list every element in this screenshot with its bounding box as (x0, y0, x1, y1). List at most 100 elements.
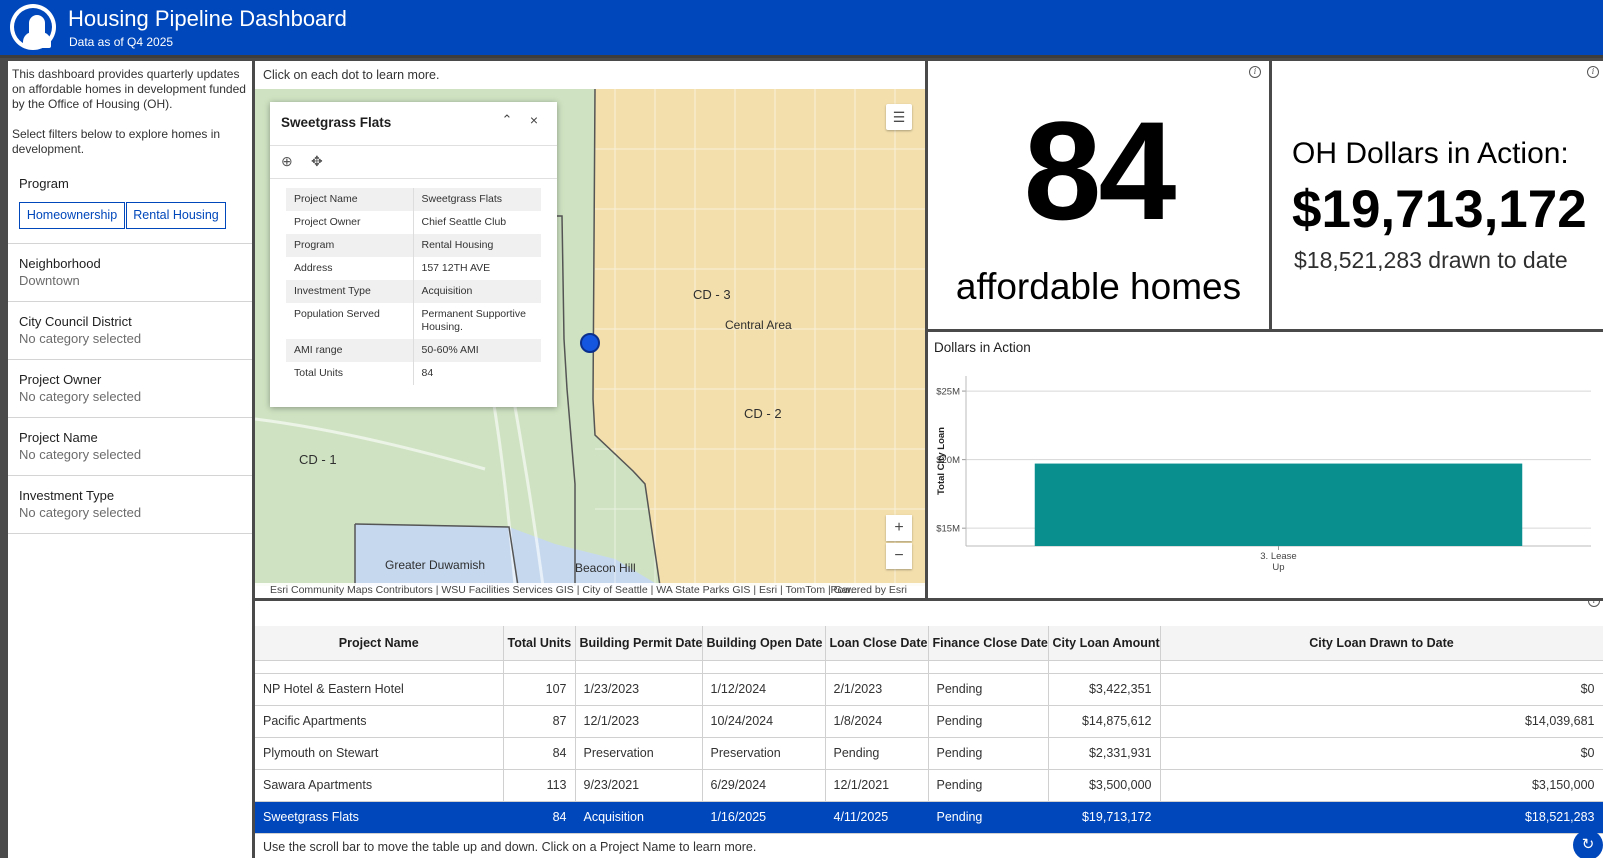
table-cell: $18,521,283 (1160, 801, 1603, 834)
table-cell: 12/1/2021 (825, 769, 929, 802)
table-row[interactable]: Plymouth on Stewart 84 Preservation Preserv… (255, 737, 1603, 770)
powered-by-esri[interactable]: Powered by Esri (831, 583, 907, 598)
table-cell: $2,331,931 (1048, 737, 1161, 770)
filter-value: No category selected (19, 447, 142, 462)
table-cell[interactable]: Plymouth on Stewart (255, 737, 504, 770)
project-owner-filter[interactable]: Project Owner No category selected (8, 360, 252, 418)
table-cell: Pending (928, 705, 1049, 738)
table-cell: Pending (928, 737, 1049, 770)
column-header-building-open-date[interactable]: Building Open Date (702, 626, 826, 661)
field-key: Program (286, 234, 414, 257)
district-label-cd1: CD - 1 (299, 452, 337, 467)
table-row[interactable]: Sweetgrass Flats 84 Acquisition 1/16/2025 4/… (255, 801, 1603, 834)
dollars-chart-panel: Dollars in Action $15M $20M $25M Total City… (928, 332, 1603, 598)
dollars-indicator: i OH Dollars in Action: $19,713,172 $18,… (1272, 61, 1603, 329)
app-subtitle: Data as of Q4 2025 (69, 35, 174, 49)
info-icon[interactable]: i (1587, 66, 1599, 78)
project-table-panel: i Project Name Total Units Building Perm… (255, 601, 1603, 858)
homes-count: 84 (1023, 92, 1177, 249)
table-row-partial (255, 660, 1603, 674)
field-key: Address (286, 257, 414, 280)
column-header-total-units[interactable]: Total Units (503, 626, 576, 661)
field-key: Project Owner (286, 211, 414, 234)
x-tick-label: 3. Lease Up (1260, 551, 1296, 573)
column-header-city-loan-drawn[interactable]: City Loan Drawn to Date (1160, 626, 1603, 661)
dashboard-app: Housing Pipeline Dashboard Data as of Q4… (0, 0, 1603, 858)
program-homeownership-button[interactable]: Homeownership (19, 202, 125, 229)
table-cell: 4/11/2025 (825, 801, 929, 834)
table-row[interactable]: Sawara Apartments 113 9/23/2021 6/29/2024 12… (255, 769, 1603, 802)
table-cell[interactable]: Sweetgrass Flats (255, 801, 504, 834)
city-seal-logo (10, 4, 56, 50)
filter-title: Investment Type (19, 488, 115, 503)
popup-field-row: AMI range 50-60% AMI (286, 339, 541, 362)
intro-text: This dashboard provides quarterly update… (12, 67, 246, 111)
info-icon[interactable]: i (1249, 66, 1261, 78)
table-cell: 1/12/2024 (702, 673, 826, 706)
program-rental-housing-button[interactable]: Rental Housing (126, 202, 226, 229)
map-attribution: Esri Community Maps Contributors | WSU F… (255, 583, 925, 598)
council-district-filter[interactable]: City Council District No category select… (8, 302, 252, 360)
neighborhood-filter[interactable]: Neighborhood Downtown (8, 244, 252, 302)
y-tick-label: $25M (936, 387, 960, 398)
table-cell: $0 (1160, 737, 1603, 770)
program-filter-title: Program (19, 176, 69, 191)
table-cell: 12/1/2023 (575, 705, 703, 738)
divider (270, 178, 557, 179)
zoom-out-button[interactable]: − (886, 543, 912, 569)
column-header-loan-close-date[interactable]: Loan Close Date (825, 626, 929, 661)
table-cell: 84 (503, 737, 576, 770)
table-cell: 1/8/2024 (825, 705, 929, 738)
field-value: Permanent Supportive Housing. (421, 308, 526, 333)
filter-title: Project Name (19, 430, 98, 445)
column-header-project-name[interactable]: Project Name (255, 626, 504, 661)
app-title: Housing Pipeline Dashboard (68, 6, 347, 31)
table-cell: 1/23/2023 (575, 673, 703, 706)
table-cell: Pending (825, 737, 929, 770)
table-cell: 1/16/2025 (702, 801, 826, 834)
table-cell: Preservation (575, 737, 703, 770)
homes-indicator: i 84 affordable homes (928, 61, 1269, 329)
zoom-to-icon[interactable]: ⊕ (281, 153, 297, 169)
column-header-finance-close-date[interactable]: Finance Close Date (928, 626, 1049, 661)
popup-fields-table: Project Name Sweetgrass Flats Project Own… (286, 188, 541, 385)
field-key: Investment Type (286, 280, 414, 303)
table-cell[interactable]: Pacific Apartments (255, 705, 504, 738)
neighborhood-label-beacon-hill: Beacon Hill (575, 561, 636, 575)
attribution-text[interactable]: Esri Community Maps Contributors | WSU F… (270, 583, 859, 598)
collapse-icon[interactable]: ⌃ (499, 112, 515, 132)
table-cell: 2/1/2023 (825, 673, 929, 706)
bar[interactable] (1034, 463, 1523, 546)
intro-instruction: Select filters below to explore homes in… (12, 127, 221, 156)
info-icon[interactable]: i (1588, 601, 1600, 607)
sidebar-intro: This dashboard provides quarterly update… (8, 61, 252, 157)
table-header-row: Project Name Total Units Building Permit… (255, 626, 1603, 661)
close-icon[interactable]: × (526, 112, 542, 132)
project-point-marker[interactable] (580, 333, 600, 353)
table-cell[interactable]: NP Hotel & Eastern Hotel (255, 673, 504, 706)
filter-value: No category selected (19, 331, 142, 346)
table-cell[interactable]: Sawara Apartments (255, 769, 504, 802)
table-row[interactable]: NP Hotel & Eastern Hotel 107 1/23/2023 1/12… (255, 673, 1603, 706)
column-header-building-permit-date[interactable]: Building Permit Date (575, 626, 703, 661)
table-cell: 87 (503, 705, 576, 738)
field-value: 50-60% AMI (421, 344, 479, 356)
pan-icon[interactable]: ✥ (311, 153, 327, 169)
legend-icon[interactable]: ☰ (886, 104, 912, 130)
field-value: Chief Seattle Club (421, 216, 507, 228)
table-row[interactable]: Pacific Apartments 87 12/1/2023 10/24/2024 1… (255, 705, 1603, 738)
feature-popup: Sweetgrass Flats ⌃ × ⊕ ✥ Project Name Swe… (270, 102, 557, 407)
neighborhood-label-central-area: Central Area (725, 318, 792, 332)
neighborhood-label-greater-duwamish: Greater Duwamish (385, 558, 486, 572)
column-header-city-loan-amount[interactable]: City Loan Amount (1048, 626, 1161, 661)
table-cell: 6/29/2024 (702, 769, 826, 802)
investment-type-filter[interactable]: Investment Type No category selected (8, 476, 252, 534)
y-tick-label: $15M (936, 524, 960, 535)
table-cell: 84 (503, 801, 576, 834)
dollars-drawn: $18,521,283 drawn to date (1294, 247, 1568, 273)
divider (270, 145, 557, 146)
filter-value: Downtown (19, 273, 80, 288)
zoom-in-button[interactable]: + (886, 515, 912, 541)
project-name-filter[interactable]: Project Name No category selected (8, 418, 252, 476)
refresh-icon[interactable]: ↻ (1573, 830, 1603, 858)
